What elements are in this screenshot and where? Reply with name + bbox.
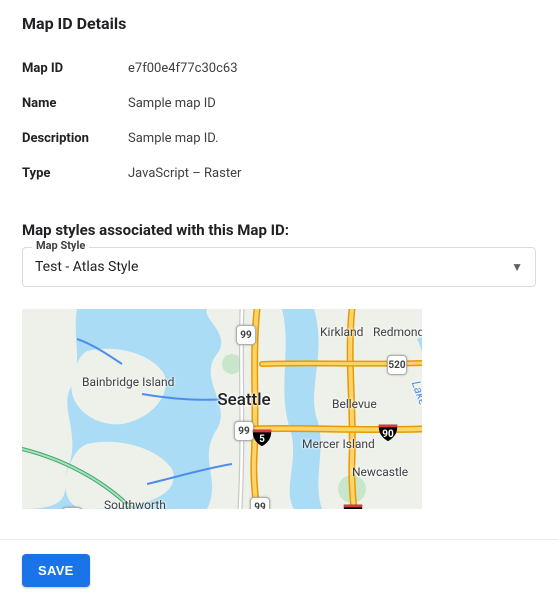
- detail-key: Description: [22, 121, 128, 156]
- map-city-label: Newcastle: [352, 465, 408, 479]
- table-row: Type JavaScript – Raster: [22, 156, 536, 191]
- detail-value: JavaScript – Raster: [128, 156, 536, 191]
- map-style-label: Map Style: [32, 239, 89, 252]
- map-city-label: Seattle: [217, 390, 270, 410]
- map-city-label: Redmond: [373, 325, 422, 339]
- chevron-down-icon: ▼: [511, 260, 523, 274]
- map-city-label: Bainbridge Island: [82, 375, 174, 389]
- state-route-shield: 520: [387, 355, 407, 375]
- map-style-select[interactable]: Test - Atlas Style ▼: [22, 247, 536, 287]
- map-city-label: Mercer Island: [302, 437, 375, 451]
- interstate-shield: 405: [342, 501, 364, 509]
- state-route-shield: 99: [236, 325, 256, 345]
- table-row: Description Sample map ID.: [22, 121, 536, 156]
- detail-value: Sample map ID.: [128, 121, 536, 156]
- detail-value: Sample map ID: [128, 86, 536, 121]
- details-table: Map ID e7f00e4f77c30c63 Name Sample map …: [22, 51, 536, 191]
- save-button[interactable]: SAVE: [22, 554, 90, 587]
- map-preview: Kirkland Redmond Bainbridge Island Seattle B…: [22, 309, 422, 509]
- interstate-shield: 5: [251, 426, 273, 448]
- map-city-label: Bellevue: [332, 397, 377, 411]
- map-city-label: Southworth: [104, 498, 166, 509]
- map-city-label: Kirkland: [320, 325, 363, 339]
- detail-key: Name: [22, 86, 128, 121]
- page-title: Map ID Details: [22, 14, 536, 33]
- interstate-shield: 90: [377, 421, 399, 443]
- detail-key: Map ID: [22, 51, 128, 86]
- detail-value: e7f00e4f77c30c63: [128, 51, 536, 86]
- table-row: Map ID e7f00e4f77c30c63: [22, 51, 536, 86]
- state-route-shield: 99: [250, 497, 270, 509]
- table-row: Name Sample map ID: [22, 86, 536, 121]
- detail-key: Type: [22, 156, 128, 191]
- state-route-shield: 160: [62, 507, 82, 509]
- map-style-selected-value: Test - Atlas Style: [35, 259, 138, 275]
- styles-section-title: Map styles associated with this Map ID:: [22, 221, 536, 239]
